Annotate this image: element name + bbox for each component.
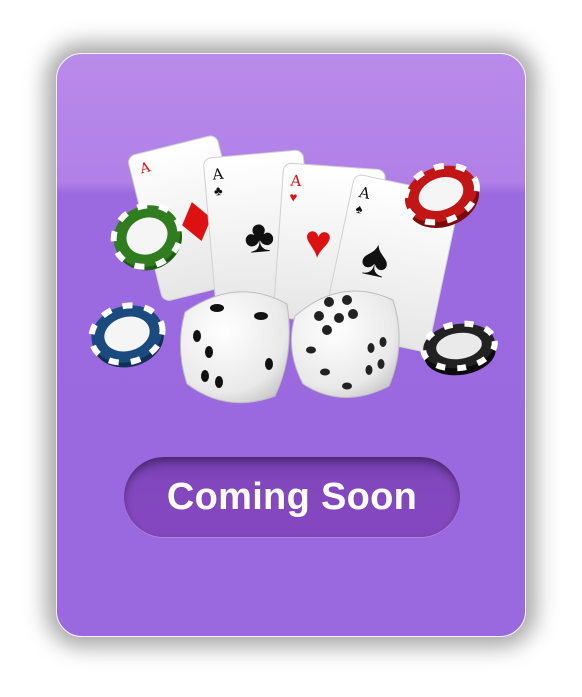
svg-text:A: A xyxy=(289,171,302,190)
blue-poker-chip xyxy=(88,302,166,368)
svg-text:A: A xyxy=(211,165,225,184)
right-die xyxy=(290,290,400,398)
svg-text:♣: ♣ xyxy=(242,209,277,263)
coming-soon-card: A A ♣ ♣ A ♥ ♥ A ♠ ♠ Coming Soon xyxy=(56,53,526,637)
svg-text:♥: ♥ xyxy=(303,215,334,269)
left-die xyxy=(179,291,290,404)
svg-text:♥: ♥ xyxy=(289,189,298,205)
coming-soon-button[interactable]: Coming Soon xyxy=(124,457,460,537)
casino-illustration: A A ♣ ♣ A ♥ ♥ A ♠ ♠ xyxy=(88,135,498,404)
